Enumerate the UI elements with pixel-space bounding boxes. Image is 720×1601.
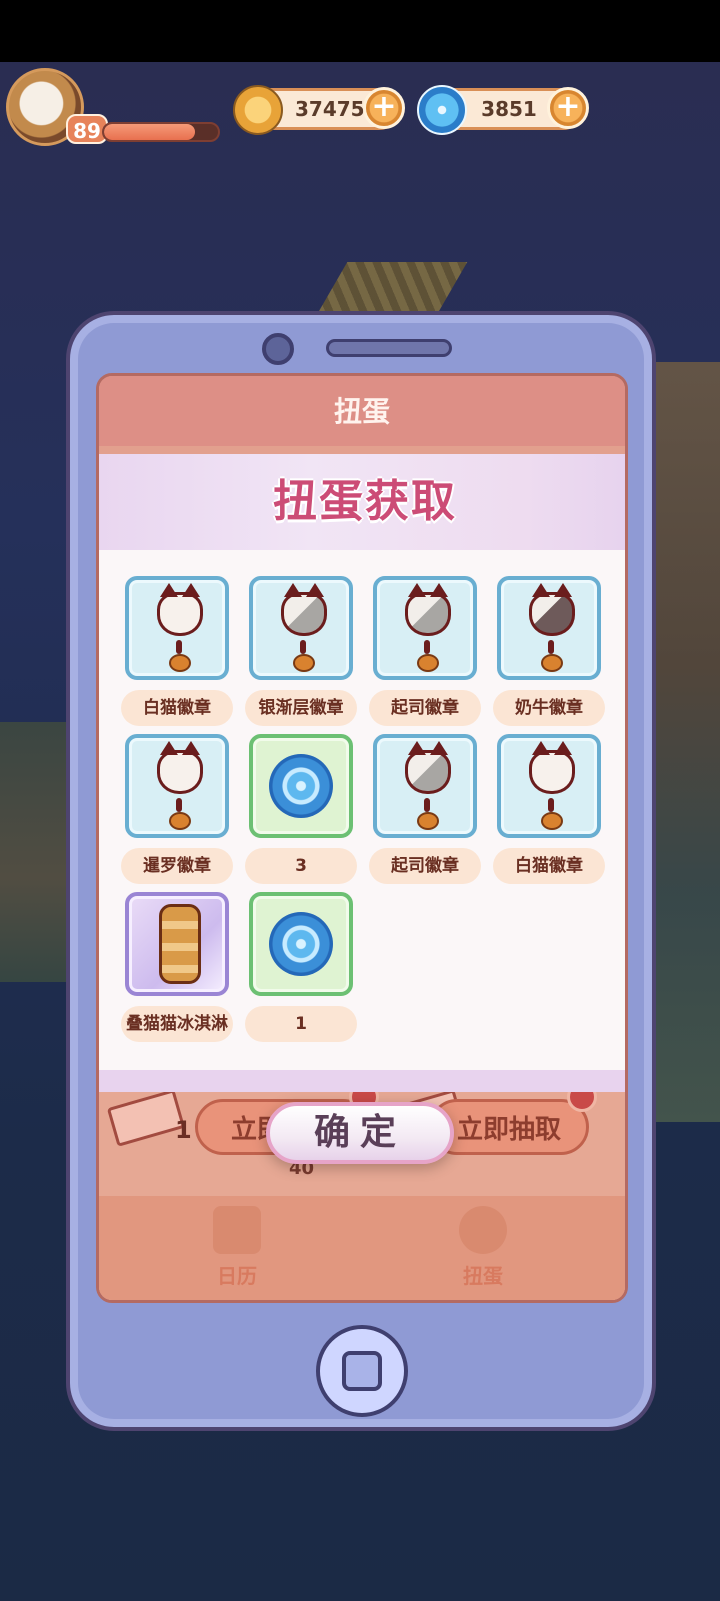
coin-counter: 37475 + — [233, 85, 405, 135]
gem-counter: 3851 + — [417, 85, 589, 135]
reward-item-label: 起司徽章 — [369, 690, 481, 726]
phone-speaker — [326, 339, 452, 357]
reward-item: 起司徽章 — [369, 576, 481, 726]
badge-chain — [548, 640, 554, 654]
special-reward-card — [125, 892, 229, 996]
reward-item-label: 奶牛徽章 — [493, 690, 605, 726]
reward-item-label: 1 — [245, 1006, 357, 1042]
gem-amount: 3851 — [481, 97, 537, 121]
reward-item-label: 白猫徽章 — [493, 848, 605, 884]
badge-chain — [424, 640, 430, 654]
badge-reward-card — [249, 576, 353, 680]
badge-reward-card — [125, 734, 229, 838]
add-coins-button[interactable]: + — [363, 87, 405, 129]
screen-header: 扭蛋 — [99, 376, 625, 446]
badge-chain — [300, 640, 306, 654]
xp-progress-bar — [102, 122, 220, 142]
xp-progress-fill — [104, 124, 196, 140]
gem-reward-card — [249, 734, 353, 838]
phone-home-button[interactable] — [316, 1325, 408, 1417]
phone-camera — [262, 333, 294, 365]
badge-reward-card — [497, 734, 601, 838]
reward-item: 3 — [245, 734, 357, 884]
badge-chain — [548, 798, 554, 812]
cat-badge-icon — [405, 741, 451, 794]
badge-reward-card — [373, 734, 477, 838]
ticket-icon — [106, 1089, 186, 1147]
stacked-cats-icecream-icon — [159, 904, 201, 984]
cat-badge-icon — [405, 583, 451, 636]
reward-item-label: 3 — [245, 848, 357, 884]
reward-item: 起司徽章 — [369, 734, 481, 884]
status-bar — [0, 0, 720, 62]
reward-item-label: 银渐层徽章 — [245, 690, 357, 726]
gacha-result-popup: 扭蛋获取 白猫徽章 银渐层徽章 起司徽章 奶牛徽章 暹罗徽章 3 起司徽章 白猫徽章 叠猫猫冰淇… — [99, 454, 625, 1092]
reward-item-label: 叠猫猫冰淇淋 — [121, 1006, 233, 1042]
bottom-nav: 日历 扭蛋 — [99, 1196, 625, 1300]
gem-swirl-icon — [269, 912, 333, 976]
popup-header: 扭蛋获取 — [99, 454, 625, 550]
badge-bell-icon — [541, 654, 563, 672]
reward-items-grid: 白猫徽章 银渐层徽章 起司徽章 奶牛徽章 暹罗徽章 3 起司徽章 白猫徽章 叠猫猫冰淇淋 1 — [99, 550, 625, 1070]
nav-calendar-label: 日历 — [217, 1264, 257, 1288]
screen-header-title: 扭蛋 — [333, 395, 390, 428]
badge-bell-icon — [293, 654, 315, 672]
badge-bell-icon — [417, 654, 439, 672]
nav-gacha-label: 扭蛋 — [463, 1264, 503, 1288]
badge-reward-card — [125, 576, 229, 680]
cat-badge-icon — [529, 741, 575, 794]
cat-badge-icon — [281, 583, 327, 636]
badge-bell-icon — [541, 812, 563, 830]
badge-chain — [424, 798, 430, 812]
coin-icon — [233, 85, 283, 135]
badge-chain — [176, 798, 182, 812]
confirm-button[interactable]: 确定 — [266, 1102, 454, 1164]
cat-badge-icon — [157, 741, 203, 794]
reward-item: 1 — [245, 892, 357, 1042]
calendar-icon — [213, 1206, 261, 1254]
reward-item-label: 暹罗徽章 — [121, 848, 233, 884]
badge-bell-icon — [169, 812, 191, 830]
popup-title: 扭蛋获取 — [273, 476, 457, 527]
gem-swirl-icon — [269, 754, 333, 818]
popup-footer — [99, 1070, 625, 1092]
reward-item: 白猫徽章 — [493, 734, 605, 884]
gacha-icon — [459, 1206, 507, 1254]
reward-item-label: 白猫徽章 — [121, 690, 233, 726]
nav-gacha[interactable]: 扭蛋 — [433, 1206, 533, 1289]
ticket-count: 1 — [175, 1116, 192, 1144]
badge-bell-icon — [169, 654, 191, 672]
home-square-icon — [342, 1351, 382, 1391]
badge-bell-icon — [417, 812, 439, 830]
nav-calendar[interactable]: 日历 — [187, 1206, 287, 1289]
coin-amount: 37475 — [295, 97, 365, 121]
badge-reward-card — [497, 576, 601, 680]
cat-badge-icon — [157, 583, 203, 636]
badge-reward-card — [373, 576, 477, 680]
reward-item-label: 起司徽章 — [369, 848, 481, 884]
reward-item: 奶牛徽章 — [493, 576, 605, 726]
phone-frame: 扭蛋 1 立即抽取 立即抽取 40 日历 扭蛋 — [66, 311, 656, 1431]
gem-icon — [417, 85, 467, 135]
reward-item: 暹罗徽章 — [121, 734, 233, 884]
cat-badge-icon — [529, 583, 575, 636]
gem-reward-card — [249, 892, 353, 996]
reward-item: 白猫徽章 — [121, 576, 233, 726]
reward-item: 银渐层徽章 — [245, 576, 357, 726]
reward-item: 叠猫猫冰淇淋 — [121, 892, 233, 1042]
badge-chain — [176, 640, 182, 654]
add-gems-button[interactable]: + — [547, 87, 589, 129]
